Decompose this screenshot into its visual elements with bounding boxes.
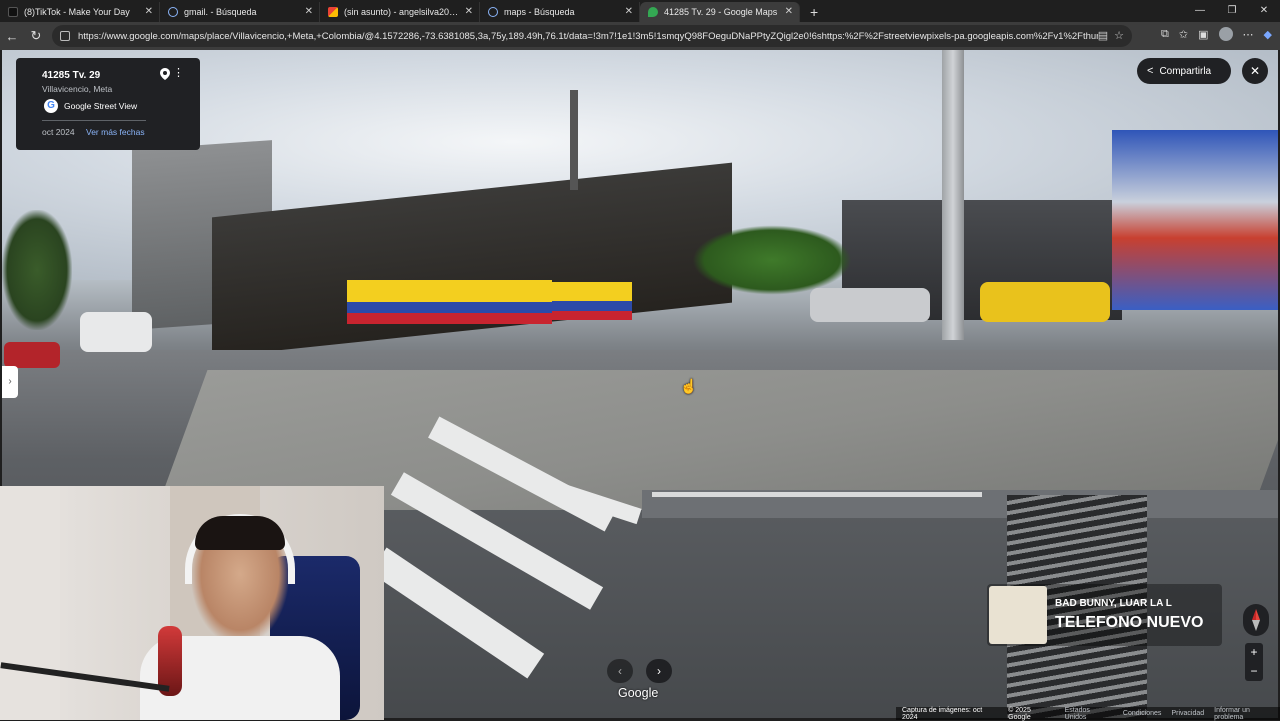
close-tab-icon[interactable]: ✕ bbox=[465, 6, 473, 17]
next-arrow-button[interactable]: › bbox=[646, 659, 672, 683]
tab-gmail-search[interactable]: gmail. - Búsqueda ✕ bbox=[160, 2, 320, 22]
colombian-flag-banner bbox=[347, 280, 552, 324]
address-title: 41285 Tv. 29 bbox=[42, 70, 101, 81]
webcam-overlay bbox=[0, 486, 384, 720]
minimize-button[interactable]: — bbox=[1184, 0, 1216, 22]
footer-link-report[interactable]: Informar un problema bbox=[1214, 707, 1280, 721]
gmail-icon bbox=[328, 7, 338, 17]
copilot-icon[interactable]: ◆ bbox=[1264, 28, 1272, 41]
footer-link-privacy[interactable]: Privacidad bbox=[1171, 710, 1204, 717]
zoom-out-button[interactable]: − bbox=[1245, 662, 1263, 681]
google-watermark: Google bbox=[618, 686, 659, 700]
zoom-controls: + − bbox=[1245, 643, 1263, 681]
tab-label: maps - Búsqueda bbox=[504, 7, 575, 17]
map-pin-icon[interactable] bbox=[160, 68, 170, 80]
favorites-icon[interactable]: ✩ bbox=[1179, 28, 1188, 41]
street-view-source: G Google Street View bbox=[44, 99, 137, 113]
site-info-icon[interactable] bbox=[60, 31, 70, 41]
white-car bbox=[80, 312, 152, 352]
new-tab-button[interactable]: + bbox=[800, 2, 828, 22]
search-icon bbox=[488, 7, 498, 17]
album-art bbox=[989, 586, 1047, 644]
reload-icon[interactable]: ↻ bbox=[24, 28, 48, 44]
colombian-flag-banner bbox=[552, 282, 632, 320]
divider bbox=[42, 120, 146, 121]
reader-mode-icon[interactable]: ▤ bbox=[1098, 29, 1108, 42]
footer-link-region[interactable]: Estados Unidos bbox=[1065, 707, 1113, 721]
person-hair bbox=[195, 516, 285, 550]
capture-date: oct 2024 bbox=[42, 127, 75, 137]
tab-label: gmail. - Búsqueda bbox=[184, 7, 257, 17]
more-dates-link[interactable]: Ver más fechas bbox=[86, 127, 145, 137]
profile-avatar[interactable] bbox=[1218, 27, 1233, 41]
more-menu-icon[interactable]: ⋯ bbox=[1243, 28, 1254, 41]
close-tab-icon[interactable]: ✕ bbox=[305, 6, 313, 17]
compass-needle-icon bbox=[1252, 609, 1260, 631]
close-street-view-button[interactable]: ✕ bbox=[1242, 58, 1268, 84]
now-playing-overlay: BAD BUNNY, LUAR LA L TELEFONO NUEVO bbox=[987, 584, 1222, 646]
browser-toolbar: ← ↻ https://www.google.com/maps/place/Vi… bbox=[0, 22, 1280, 50]
previous-arrow-button[interactable]: ‹ bbox=[607, 659, 633, 683]
map-footer: Captura de imágenes: oct 2024 © 2025 Goo… bbox=[896, 706, 1280, 721]
share-label: Compartirla bbox=[1159, 65, 1212, 77]
tab-label: (8)TikTok - Make Your Day bbox=[24, 7, 130, 17]
url-text: https://www.google.com/maps/place/Villav… bbox=[78, 30, 1098, 42]
trees bbox=[692, 225, 852, 295]
address-subtitle: Villavicencio, Meta bbox=[42, 84, 113, 94]
source-label: Google Street View bbox=[64, 101, 138, 111]
tab-tiktok[interactable]: (8)TikTok - Make Your Day ✕ bbox=[0, 2, 160, 22]
address-bar[interactable]: https://www.google.com/maps/place/Villav… bbox=[52, 25, 1132, 47]
location-info-card: 41285 Tv. 29 Villavicencio, Meta ⋮ G Goo… bbox=[16, 58, 200, 150]
lane-line bbox=[652, 492, 982, 497]
back-arrow-icon[interactable]: ← bbox=[0, 29, 24, 44]
close-window-button[interactable]: ✕ bbox=[1248, 0, 1280, 22]
collections-icon[interactable]: ▣ bbox=[1198, 28, 1208, 41]
tab-gmail-draft[interactable]: (sin asunto) - angelsilva20040419 ✕ bbox=[320, 2, 480, 22]
google-g-icon: G bbox=[44, 99, 58, 113]
restore-button[interactable]: ❐ bbox=[1216, 0, 1248, 22]
capture-info: Captura de imágenes: oct 2024 bbox=[902, 706, 983, 721]
close-tab-icon[interactable]: ✕ bbox=[785, 6, 793, 17]
search-icon bbox=[168, 7, 178, 17]
school-building bbox=[1112, 130, 1278, 310]
silver-car bbox=[810, 288, 930, 322]
close-tab-icon[interactable]: ✕ bbox=[625, 6, 633, 17]
tab-label: 41285 Tv. 29 - Google Maps bbox=[664, 7, 778, 17]
close-tab-icon[interactable]: ✕ bbox=[145, 6, 153, 17]
tiktok-icon bbox=[8, 7, 18, 17]
street-pole bbox=[942, 50, 964, 340]
song-title: TELEFONO NUEVO bbox=[1055, 614, 1204, 631]
expand-panel-handle[interactable]: › bbox=[2, 366, 18, 398]
tab-label: (sin asunto) - angelsilva20040419 bbox=[344, 7, 461, 17]
red-car bbox=[4, 342, 60, 368]
share-button[interactable]: < Compartirla bbox=[1137, 58, 1231, 84]
copyright: © 2025 Google bbox=[1008, 706, 1031, 721]
tab-google-maps[interactable]: 41285 Tv. 29 - Google Maps ✕ bbox=[640, 2, 800, 22]
trees-left bbox=[2, 210, 72, 330]
toolbar-actions: ⧉ ✩ ▣ ⋯ ◆ bbox=[1161, 27, 1272, 41]
more-options-icon[interactable]: ⋮ bbox=[173, 68, 184, 79]
yellow-taxi bbox=[980, 282, 1110, 322]
window-controls: — ❐ ✕ bbox=[1184, 0, 1280, 22]
footer-link-terms[interactable]: Condiciones bbox=[1123, 710, 1162, 717]
tab-strip: (8)TikTok - Make Your Day ✕ gmail. - Bús… bbox=[0, 0, 1280, 22]
compass-button[interactable] bbox=[1243, 604, 1269, 636]
zoom-in-button[interactable]: + bbox=[1245, 643, 1263, 662]
bookmark-star-icon[interactable]: ☆ bbox=[1114, 29, 1124, 42]
maps-pin-icon bbox=[648, 7, 658, 17]
artist-name: BAD BUNNY, LUAR LA L bbox=[1055, 598, 1172, 609]
tab-maps-search[interactable]: maps - Búsqueda ✕ bbox=[480, 2, 640, 22]
extensions-icon[interactable]: ⧉ bbox=[1161, 28, 1169, 41]
antenna-tower bbox=[570, 90, 578, 190]
hand-cursor-icon: ☝ bbox=[680, 378, 698, 394]
share-icon: < bbox=[1147, 65, 1154, 77]
